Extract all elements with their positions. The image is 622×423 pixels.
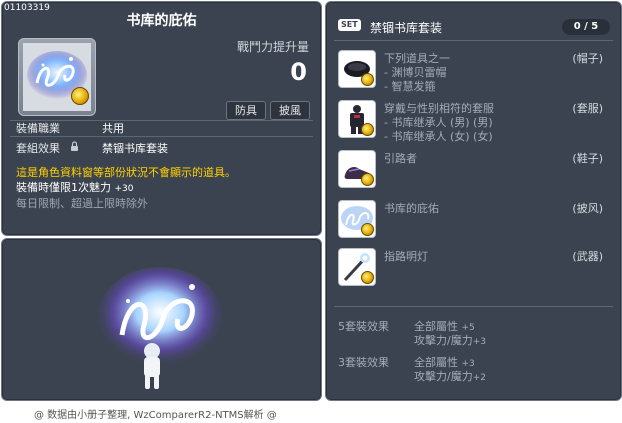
shoes-icon xyxy=(338,150,376,188)
coin-badge-icon xyxy=(361,173,374,186)
coin-badge-icon xyxy=(71,87,89,105)
limit-note: 每日限制、超過上限時除外 xyxy=(16,197,148,210)
divider xyxy=(10,136,313,137)
coin-badge-icon xyxy=(361,271,374,284)
set-effect-label: 3套裝效果 xyxy=(338,356,389,369)
set-item: 下列道具之一 - 渊博贝雷帽 - 智慧发箍 (帽子) xyxy=(338,50,613,94)
preview-panel xyxy=(1,238,322,401)
set-item-type: (披风) xyxy=(572,202,603,215)
limit-text: 裝備時僅限1次魅力 +30 xyxy=(16,179,134,195)
job-label: 裝備職業 xyxy=(16,122,60,135)
set-item-name: 书库的庇佑 xyxy=(384,202,439,215)
set-effect-label: 5套裝效果 xyxy=(338,320,389,333)
set-effect-stat-value: +2 xyxy=(472,373,486,383)
power-value: 0 xyxy=(290,58,307,86)
power-label: 戰鬥力提升量 xyxy=(236,40,309,54)
set-effect-label: 套組效果 xyxy=(16,142,60,155)
set-effect-stat: 攻擊力/魔力+2 xyxy=(414,368,486,384)
coin-badge-icon xyxy=(361,73,374,86)
set-item-name: 引路者 xyxy=(384,152,417,165)
set-item-type: (武器) xyxy=(572,250,603,263)
set-effect-value: 禁锢书库套装 xyxy=(102,142,168,155)
warning-text: 這是角色資料窗等部份狀況不會顯示的道具。 xyxy=(16,166,236,179)
item-icon-frame xyxy=(18,38,96,116)
beret-icon xyxy=(338,50,376,88)
set-item-type: (帽子) xyxy=(572,52,603,65)
set-title: 禁锢书库套装 xyxy=(370,21,443,35)
item-title: 书库的庇佑 xyxy=(126,13,197,29)
limit-value: +30 xyxy=(114,184,134,194)
lock-icon xyxy=(71,141,78,151)
coin-badge-icon xyxy=(361,223,374,236)
set-item-type: (鞋子) xyxy=(572,152,603,165)
set-item-name: 指路明灯 xyxy=(384,250,428,263)
item-tooltip-panel: 01103319 书库的庇佑 戰鬥力提升量 0 防具 披風 裝備職業 共用 套組… xyxy=(1,1,322,236)
outfit-icon xyxy=(338,100,376,138)
footer-credit: @ 数据由小册子整理, WzComparerR2-NTMS解析 @ xyxy=(34,410,277,421)
set-effect-stat-name: 攻擊力/魔力 xyxy=(414,370,473,383)
set-item-sub: - 智慧发箍 xyxy=(384,80,436,93)
set-item: 书库的庇佑 (披风) xyxy=(338,200,613,240)
set-effect-stat-value: +3 xyxy=(472,337,486,347)
set-badge: SET xyxy=(338,19,361,31)
limit-text-label: 裝備時僅限1次魅力 xyxy=(16,181,111,194)
set-effect-stat: 攻擊力/魔力+3 xyxy=(414,332,486,348)
tag-armor: 防具 xyxy=(226,101,266,120)
divider xyxy=(334,40,613,41)
divider xyxy=(334,306,613,307)
cape-icon xyxy=(338,200,376,238)
set-item: 指路明灯 (武器) xyxy=(338,248,613,288)
tag-cape: 披風 xyxy=(270,101,310,120)
coin-badge-icon xyxy=(361,123,374,136)
lamp-staff-icon xyxy=(338,248,376,286)
set-item-sub: - 书库继承人 (女) (女) xyxy=(384,130,493,143)
set-item: 引路者 (鞋子) xyxy=(338,150,613,190)
set-info-panel: SET 禁锢书库套装 0 / 5 下列道具之一 - 渊博贝雷帽 - 智慧发箍 (… xyxy=(325,1,622,401)
set-item-type: (套服) xyxy=(572,102,603,115)
job-value: 共用 xyxy=(102,122,124,135)
set-count: 0 / 5 xyxy=(562,19,610,35)
character-preview xyxy=(92,257,232,397)
set-item: 穿戴与性别相符的套服 - 书库继承人 (男) (男) - 书库继承人 (女) (… xyxy=(338,100,613,144)
set-effect-stat-name: 攻擊力/魔力 xyxy=(414,334,473,347)
